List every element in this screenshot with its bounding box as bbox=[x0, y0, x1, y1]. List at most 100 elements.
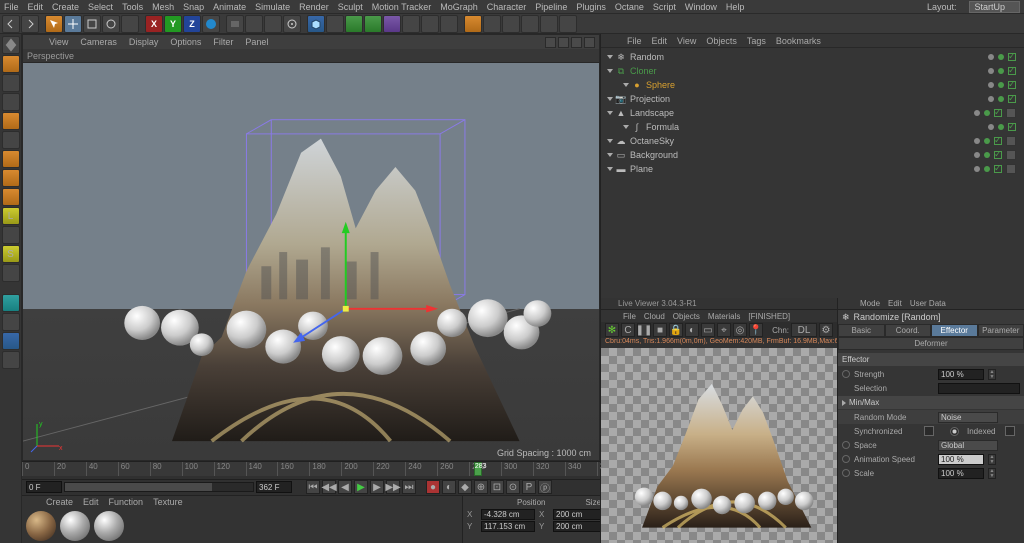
layer-dot[interactable] bbox=[988, 54, 994, 60]
expand-icon[interactable] bbox=[607, 139, 613, 143]
strength-spinner[interactable]: ▲▼ bbox=[988, 369, 996, 380]
lv-pause-button[interactable]: ❚❚ bbox=[637, 323, 651, 337]
random-mode-dropdown[interactable]: Noise bbox=[938, 412, 998, 423]
layer-dot[interactable] bbox=[988, 68, 994, 74]
timeline-start-field[interactable] bbox=[26, 481, 62, 493]
tree-item-octanesky[interactable]: ☁OctaneSky bbox=[601, 134, 1024, 148]
tree-item-formula[interactable]: ∫Formula bbox=[601, 120, 1024, 134]
menu-file[interactable]: File bbox=[4, 2, 19, 12]
vp-menu-filter[interactable]: Filter bbox=[213, 37, 233, 47]
snap-button[interactable]: S bbox=[2, 245, 20, 263]
prev-key-button[interactable]: ◀◀ bbox=[322, 480, 336, 494]
obj-menu-edit[interactable]: Edit bbox=[652, 36, 668, 46]
expand-icon[interactable] bbox=[607, 167, 613, 171]
layer-dot[interactable] bbox=[974, 152, 980, 158]
layer-dot[interactable] bbox=[988, 96, 994, 102]
vp-rotate-icon[interactable] bbox=[571, 37, 582, 48]
selection-field[interactable] bbox=[938, 383, 1020, 394]
tree-item-random[interactable]: ❄Random bbox=[601, 50, 1024, 64]
menu-animate[interactable]: Animate bbox=[213, 2, 246, 12]
point-mode-button[interactable] bbox=[2, 150, 20, 168]
coord-x-pos[interactable] bbox=[481, 509, 535, 520]
lv-start-button[interactable]: ✻ bbox=[605, 323, 619, 337]
xray-button[interactable] bbox=[2, 294, 20, 312]
vp-menu-options[interactable]: Options bbox=[170, 37, 201, 47]
enable-checkbox[interactable] bbox=[1008, 81, 1016, 89]
menu-window[interactable]: Window bbox=[685, 2, 717, 12]
lv-region-button[interactable]: ▭ bbox=[701, 323, 715, 337]
add-subdiv-button[interactable] bbox=[345, 15, 363, 33]
undo-button[interactable] bbox=[2, 15, 20, 33]
texture-mode-button[interactable] bbox=[2, 74, 20, 92]
menu-mesh[interactable]: Mesh bbox=[152, 2, 174, 12]
vis-editor-dot[interactable] bbox=[998, 96, 1004, 102]
menu-motiontracker[interactable]: Motion Tracker bbox=[372, 2, 432, 12]
lv-menu-cloud[interactable]: Cloud bbox=[644, 312, 665, 321]
indexed-checkbox[interactable] bbox=[1005, 426, 1015, 436]
enable-axis-button[interactable]: L bbox=[2, 207, 20, 225]
rotate-button[interactable] bbox=[102, 15, 120, 33]
keyframe-sel-button[interactable]: ◆ bbox=[458, 480, 472, 494]
obj-menu-objects[interactable]: Objects bbox=[706, 36, 737, 46]
pos-key-button[interactable]: ⊕ bbox=[474, 480, 488, 494]
layer-dot[interactable] bbox=[988, 82, 994, 88]
vp-menu-panel[interactable]: Panel bbox=[245, 37, 268, 47]
menu-plugins[interactable]: Plugins bbox=[576, 2, 606, 12]
axis-mode-button[interactable] bbox=[2, 131, 20, 149]
menu-select[interactable]: Select bbox=[88, 2, 113, 12]
add-light-button[interactable] bbox=[440, 15, 458, 33]
playhead[interactable]: 283 bbox=[474, 462, 482, 476]
model-mode-button[interactable] bbox=[2, 55, 20, 73]
edge-mode-button[interactable] bbox=[2, 169, 20, 187]
menu-character[interactable]: Character bbox=[487, 2, 527, 12]
octane-render-button[interactable] bbox=[464, 15, 482, 33]
workplane-mode-button[interactable] bbox=[2, 93, 20, 111]
vis-editor-dot[interactable] bbox=[984, 152, 990, 158]
expand-icon[interactable] bbox=[607, 97, 613, 101]
vp-menu-view[interactable]: View bbox=[49, 37, 68, 47]
lv-focus-button[interactable]: ◎ bbox=[733, 323, 747, 337]
octane-hdri-button[interactable] bbox=[559, 15, 577, 33]
axis-z-toggle[interactable]: Z bbox=[183, 15, 201, 33]
obj-menu-bookmarks[interactable]: Bookmarks bbox=[776, 36, 821, 46]
play-button[interactable]: ▶ bbox=[354, 480, 368, 494]
live-viewer-canvas[interactable] bbox=[601, 348, 837, 543]
tree-item-projection[interactable]: 📷Projection bbox=[601, 92, 1024, 106]
workplane-button[interactable] bbox=[2, 264, 20, 282]
mat-menu-edit[interactable]: Edit bbox=[83, 497, 99, 507]
last-tool-button[interactable] bbox=[121, 15, 139, 33]
tree-item-plane[interactable]: ▬Plane bbox=[601, 162, 1024, 176]
material-preview-3[interactable] bbox=[94, 511, 124, 541]
attr-tab-coord[interactable]: Coord. bbox=[885, 324, 932, 337]
synchronized-checkbox[interactable] bbox=[924, 426, 934, 436]
menu-render[interactable]: Render bbox=[299, 2, 329, 12]
add-floor-button[interactable] bbox=[402, 15, 420, 33]
enable-checkbox[interactable] bbox=[1008, 123, 1016, 131]
coord-system-button[interactable] bbox=[202, 15, 220, 33]
viewport-solo-button[interactable] bbox=[2, 226, 20, 244]
coord-x-size[interactable] bbox=[553, 509, 607, 520]
menu-pipeline[interactable]: Pipeline bbox=[535, 2, 567, 12]
vis-editor-dot[interactable] bbox=[998, 124, 1004, 130]
layout-dropdown[interactable]: StartUp bbox=[969, 1, 1020, 13]
strength-field[interactable] bbox=[938, 369, 984, 380]
attr-tab-effector[interactable]: Effector bbox=[931, 324, 978, 337]
scale-button[interactable] bbox=[83, 15, 101, 33]
lv-pick-button[interactable]: ⌖ bbox=[717, 323, 731, 337]
poly-mode-button[interactable] bbox=[2, 188, 20, 206]
coord-y-pos[interactable] bbox=[481, 521, 535, 532]
menu-help[interactable]: Help bbox=[726, 2, 745, 12]
vp-pan-icon[interactable] bbox=[545, 37, 556, 48]
make-editable-button[interactable] bbox=[2, 36, 20, 54]
tree-item-landscape[interactable]: ▲Landscape bbox=[601, 106, 1024, 120]
scale-spinner[interactable]: ▲▼ bbox=[988, 468, 996, 479]
attr-menu-edit[interactable]: Edit bbox=[888, 299, 902, 308]
anim-dot-icon[interactable] bbox=[842, 370, 850, 378]
vp-zoom-icon[interactable] bbox=[558, 37, 569, 48]
vp-menu-display[interactable]: Display bbox=[129, 37, 159, 47]
lv-pin-button[interactable]: 📍 bbox=[749, 323, 763, 337]
add-bend-button[interactable] bbox=[383, 15, 401, 33]
vis-editor-dot[interactable] bbox=[984, 138, 990, 144]
goto-end-button[interactable]: ⏭ bbox=[402, 480, 416, 494]
anim-dot-icon[interactable] bbox=[842, 455, 850, 463]
